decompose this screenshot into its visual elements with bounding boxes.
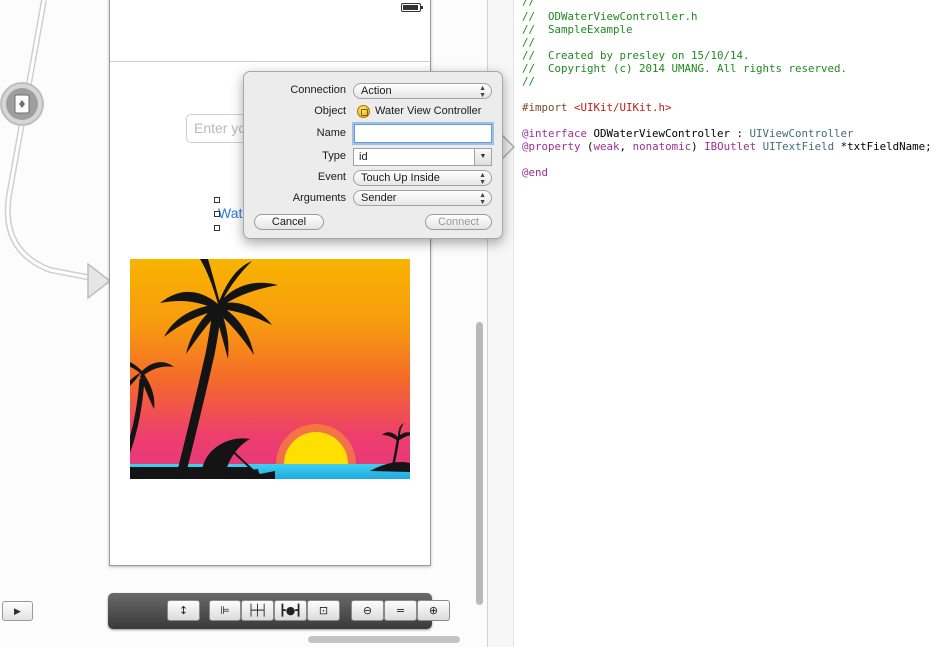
type-combo-box[interactable]: id ▼ xyxy=(353,148,492,166)
view-controller-icon xyxy=(357,105,370,118)
chevron-down-icon[interactable]: ▼ xyxy=(474,149,491,165)
name-label: Name xyxy=(316,127,346,139)
code-token: @property xyxy=(522,140,581,153)
code-line: // xyxy=(522,0,536,8)
code-line-end: @end xyxy=(522,166,548,179)
code-line: // xyxy=(522,36,536,49)
event-value: Touch Up Inside xyxy=(361,172,440,184)
code-token: ) xyxy=(691,140,705,153)
code-token: @interface xyxy=(522,127,588,140)
align-button[interactable]: ⊫ xyxy=(209,600,241,621)
code-token: #import xyxy=(522,101,568,114)
code-line-property: @property (weak, nonatomic) IBOutlet UIT… xyxy=(522,140,932,153)
code-token: UITextField xyxy=(762,140,835,153)
code-line-interface: @interface ODWaterViewController : UIVie… xyxy=(522,127,854,140)
code-token: IBOutlet xyxy=(704,140,757,153)
arguments-value: Sender xyxy=(361,192,397,204)
code-line: // ODWaterViewController.h xyxy=(522,10,698,23)
resolve-issues-button[interactable]: ↕ xyxy=(167,600,200,621)
object-value: Water View Controller xyxy=(375,105,482,117)
type-label: Type xyxy=(322,150,346,162)
cancel-button[interactable]: Cancel xyxy=(254,214,324,230)
code-editor[interactable]: // // ODWaterViewController.h // SampleE… xyxy=(515,0,942,647)
zoom-out-icon: ⊖ xyxy=(362,604,373,617)
code-token: UIViewController xyxy=(749,127,854,140)
zoom-out-button[interactable]: ⊖ xyxy=(351,600,384,621)
object-label: Object xyxy=(314,105,346,117)
pin-button[interactable]: ├┼┤ xyxy=(241,600,274,621)
zoom-fit-button[interactable]: = xyxy=(384,600,417,621)
event-label: Event xyxy=(317,171,346,183)
code-line: // Created by presley on 15/10/14. xyxy=(522,49,750,62)
code-line: // Copyright (c) 2014 UMANG. All rights … xyxy=(522,62,848,75)
code-token: <UIKit/UIKit.h> xyxy=(574,101,672,114)
code-token: @end xyxy=(522,166,549,179)
selection-handle-bottom[interactable] xyxy=(214,225,220,231)
selection-handle-top[interactable] xyxy=(214,197,220,203)
code-token: ODWaterViewController : xyxy=(587,127,750,140)
code-line: // SampleExample xyxy=(522,23,633,36)
embed-button[interactable]: ⊡ xyxy=(307,600,340,621)
text-field-placeholder: Enter yo xyxy=(194,120,247,136)
resolve-issues-icon: ↕ xyxy=(178,604,189,617)
sunset-image xyxy=(130,259,410,479)
pin-icon: ├┼┤ xyxy=(247,604,268,617)
canvas-vertical-scrollbar[interactable] xyxy=(476,322,483,605)
code-token: ( xyxy=(580,140,594,153)
code-line-import: #import <UIKit/UIKit.h> xyxy=(522,101,672,114)
selection-handle-middle[interactable] xyxy=(214,211,220,217)
code-token: *txtFieldName; xyxy=(834,140,932,153)
embed-icon: ⊡ xyxy=(318,604,329,617)
updown-arrows-icon: ▲ ▼ xyxy=(479,192,486,206)
code-token: weak xyxy=(593,140,620,153)
code-token: , xyxy=(619,140,633,153)
updown-arrows-icon: ▲ ▼ xyxy=(479,172,486,186)
resizing-icon: ┣●┫ xyxy=(279,604,302,617)
resizing-button[interactable]: ┣●┫ xyxy=(274,600,307,621)
event-popup[interactable]: Touch Up Inside ▲ ▼ xyxy=(353,170,492,186)
connection-value: Action xyxy=(361,85,392,97)
canvas-toggle-button[interactable]: ▶ xyxy=(2,601,33,621)
code-line: // xyxy=(522,75,536,88)
updown-arrows-icon: ▲ ▼ xyxy=(479,85,486,99)
connection-popover: Connection Action ▲ ▼ Object Water View C… xyxy=(243,71,503,239)
play-icon: ▶ xyxy=(14,606,21,616)
zoom-in-button[interactable]: ⊕ xyxy=(417,600,450,621)
zoom-fit-icon: = xyxy=(395,604,406,617)
connect-button[interactable]: Connect xyxy=(425,214,492,230)
zoom-in-icon: ⊕ xyxy=(428,604,439,617)
align-icon: ⊫ xyxy=(220,604,230,617)
code-token: nonatomic xyxy=(632,140,692,153)
storyboard-bottom-toolbar: ↕ ⊫ ├┼┤ ┣●┫ ⊡ ⊖ = ⊕ xyxy=(108,593,450,629)
type-value: id xyxy=(359,151,368,163)
battery-icon xyxy=(401,3,423,12)
arguments-popup[interactable]: Sender ▲ ▼ xyxy=(353,190,492,206)
arguments-label: Arguments xyxy=(292,192,346,204)
navigation-bar-divider xyxy=(110,61,430,62)
canvas-horizontal-scrollbar[interactable] xyxy=(308,636,460,643)
name-input[interactable] xyxy=(354,124,492,143)
connection-popup[interactable]: Action ▲ ▼ xyxy=(353,83,492,99)
connection-label: Connection xyxy=(290,84,346,96)
